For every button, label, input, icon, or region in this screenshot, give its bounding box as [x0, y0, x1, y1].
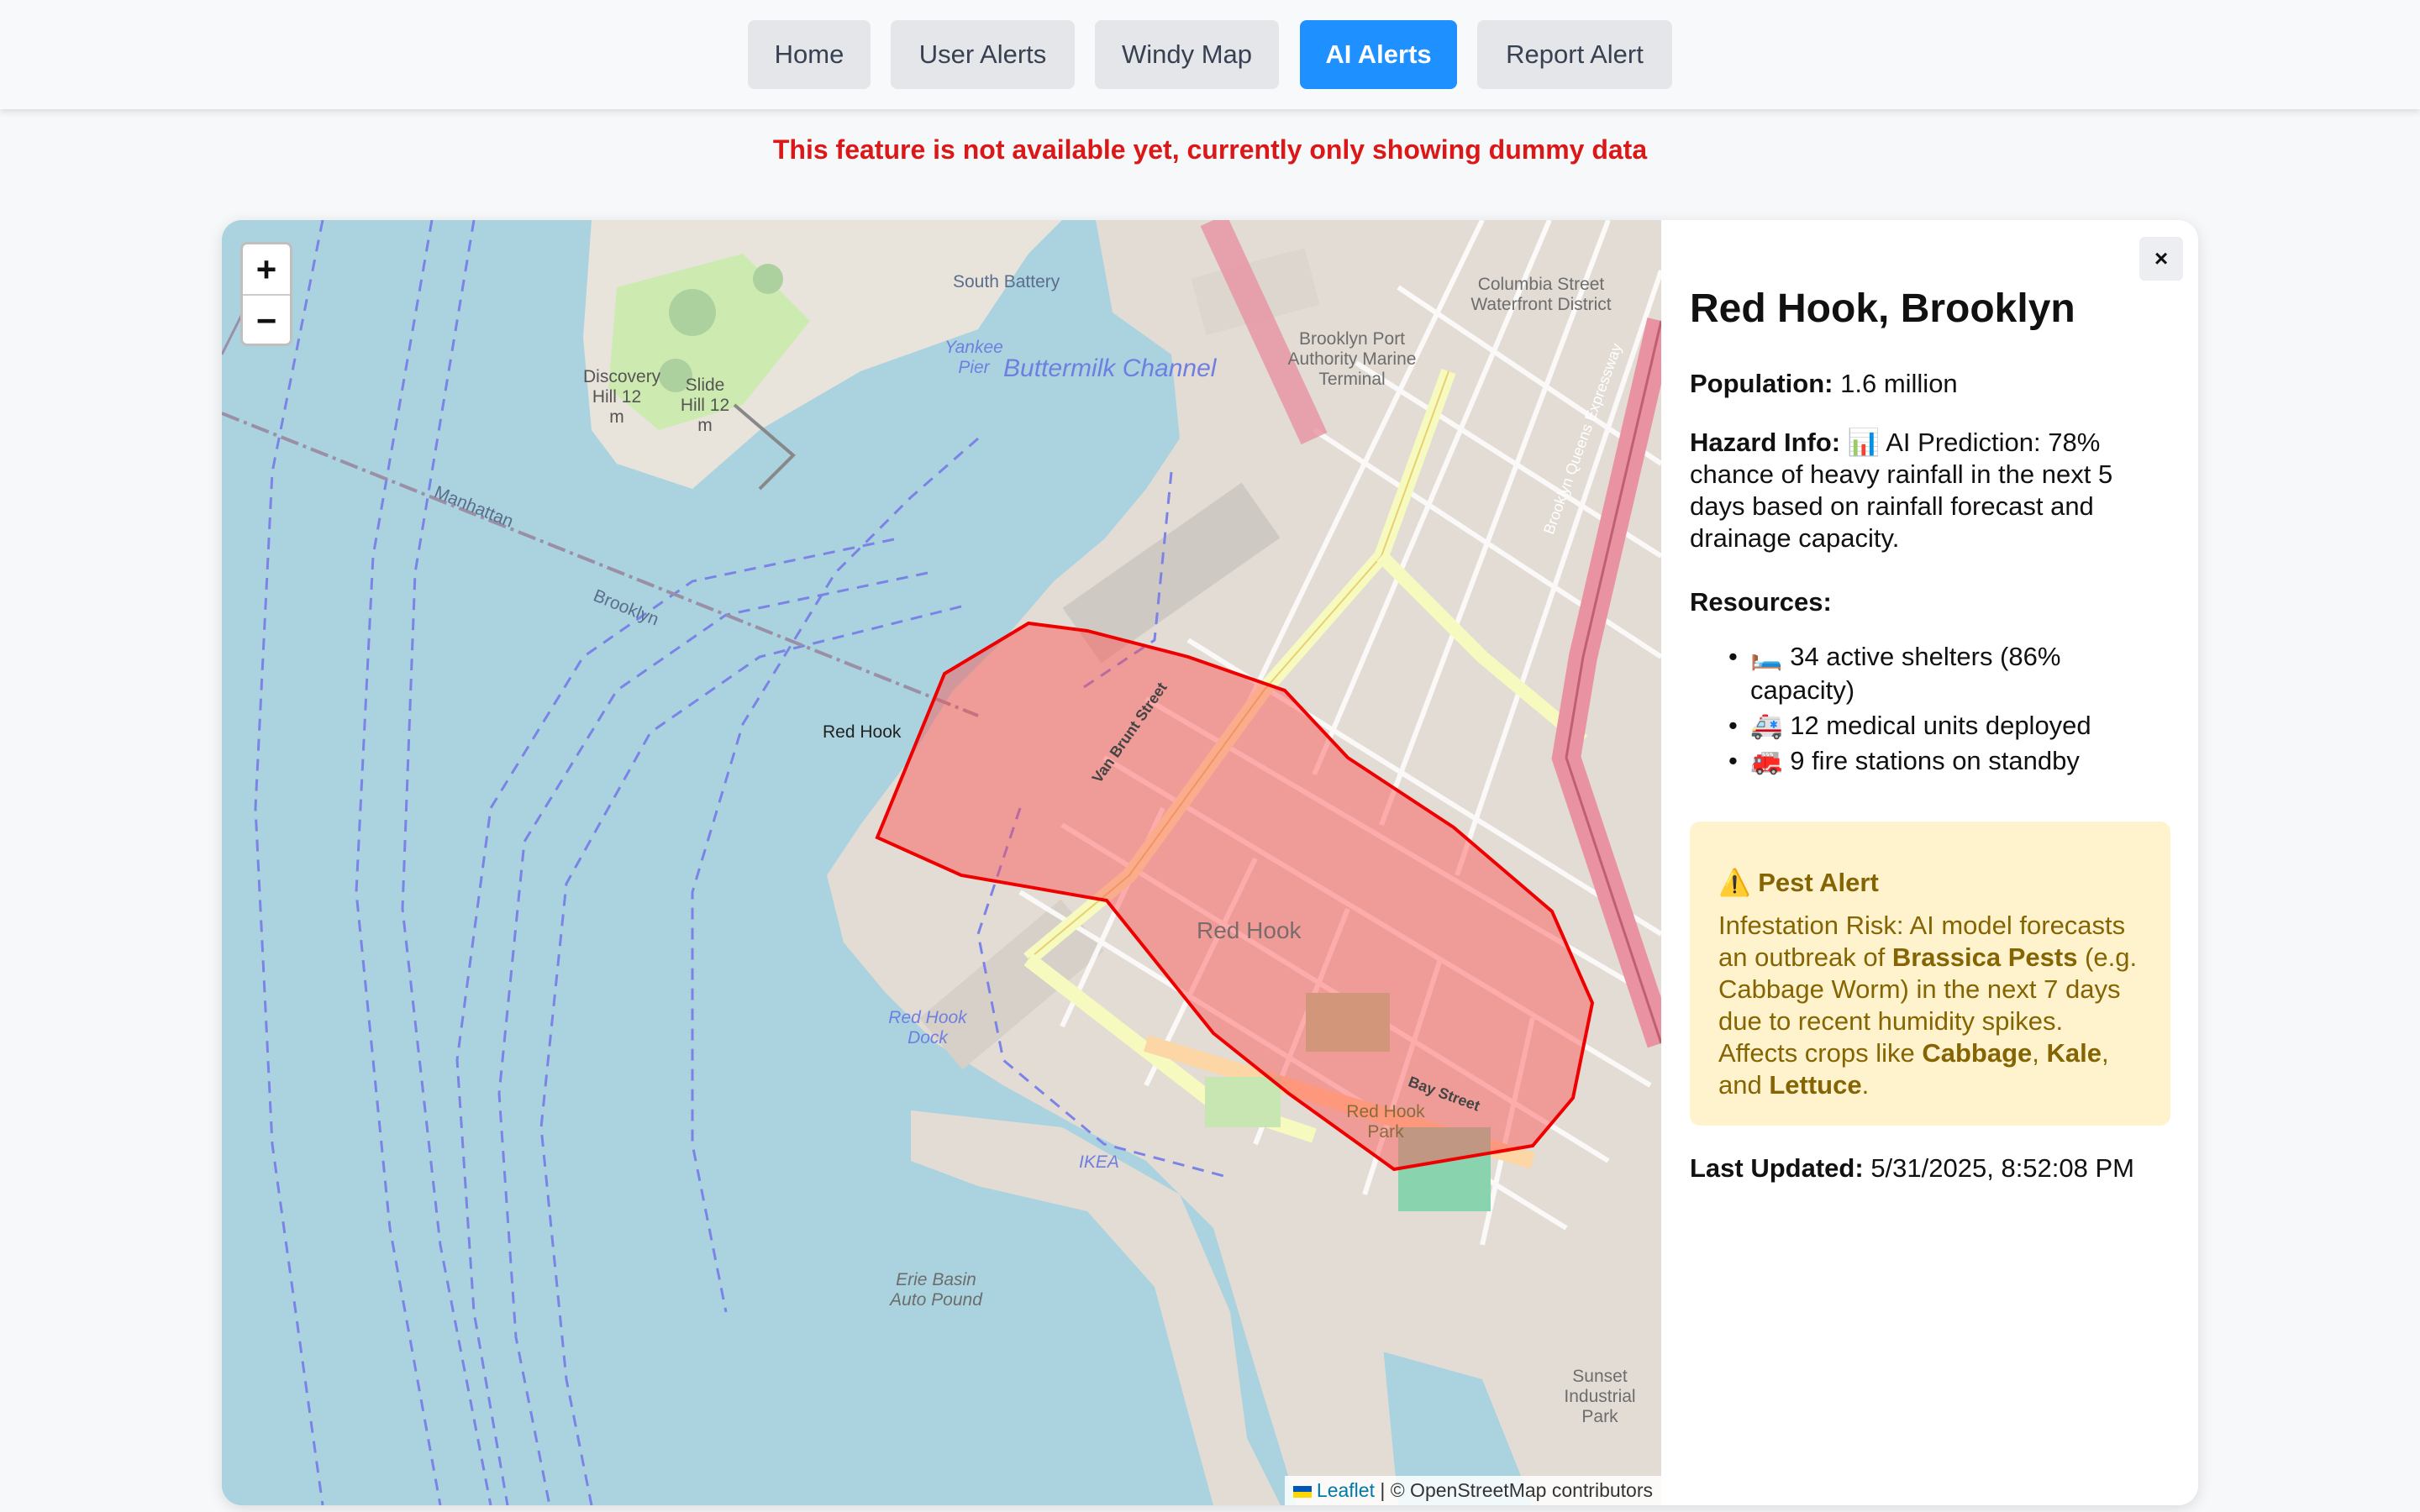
leaflet-link[interactable]: Leaflet — [1317, 1479, 1375, 1501]
population-value: 1.6 million — [1840, 369, 1958, 398]
resources-label: Resources: — [1690, 587, 1832, 617]
pest-end: . — [1861, 1070, 1870, 1100]
close-button[interactable]: × — [2139, 237, 2183, 281]
nav-ai-alerts-button[interactable]: AI Alerts — [1300, 20, 1457, 89]
zoom-out-button[interactable]: − — [243, 296, 290, 344]
feature-unavailable-notice: This feature is not available yet, curre… — [772, 134, 1648, 165]
pest-alert-box: ⚠️ Pest Alert Infestation Risk: AI model… — [1690, 822, 2170, 1126]
last-updated-line: Last Updated: 5/31/2025, 8:52:08 PM — [1690, 1152, 2171, 1184]
map-label-red-hook: Red Hook — [1197, 917, 1302, 943]
crop-lettuce: Lettuce — [1769, 1070, 1862, 1100]
map-label-erie-basin: Erie Basin Auto Pound — [890, 1270, 982, 1310]
map-label-brooklyn-port: Brooklyn Port Authority Marine Terminal — [1287, 329, 1417, 389]
map-label-red-hook-small: Red Hook — [823, 722, 902, 742]
pest-name: Brassica Pests — [1891, 942, 2078, 972]
map-label-red-hook-park: Red Hook Park — [1346, 1102, 1425, 1142]
hazard-info-line: Hazard Info: 📊 AI Prediction: 78% chance… — [1690, 427, 2171, 554]
map-label-sunset-industrial: Sunset Industrial Park — [1564, 1367, 1636, 1426]
pest-alert-title: ⚠️ Pest Alert — [1718, 868, 1879, 897]
resources-heading: Resources: — [1690, 586, 2171, 618]
population-line: Population: 1.6 million — [1690, 368, 2171, 400]
map-label-yankee-pier: Yankee Pier — [944, 338, 1003, 377]
map-label-ikea: IKEA — [1079, 1152, 1119, 1172]
zoom-control: + − — [240, 242, 292, 346]
nav-report-alert-button[interactable]: Report Alert — [1477, 20, 1672, 89]
hazard-label: Hazard Info: — [1690, 428, 1841, 457]
resource-medical-units: 🚑 12 medical units deployed — [1728, 709, 2171, 743]
pest-alert-text: Infestation Risk: AI model forecasts an … — [1718, 910, 2142, 1101]
resource-fire-stations: 🚒 9 fire stations on standby — [1728, 744, 2171, 778]
pest-sep-1: , — [2032, 1038, 2047, 1068]
alert-area-polygon[interactable] — [222, 220, 1661, 1505]
resources-list: 🛏️ 34 active shelters (86% capacity) 🚑 1… — [1728, 640, 2171, 780]
map-attribution: Leaflet | © OpenStreetMap contributors — [1284, 1476, 1661, 1505]
population-label: Population: — [1690, 369, 1833, 398]
map-label-red-hook-dock: Red Hook Dock — [888, 1008, 967, 1047]
last-updated-label: Last Updated: — [1690, 1153, 1864, 1183]
last-updated-value: 5/31/2025, 8:52:08 PM — [1870, 1153, 2134, 1183]
zoom-in-button[interactable]: + — [243, 244, 290, 296]
map-label-columbia-waterfront: Columbia Street Waterfront District — [1470, 275, 1612, 314]
map-label-south-battery: South Battery — [953, 272, 1060, 291]
nav-home-button[interactable]: Home — [748, 20, 871, 89]
map-view[interactable]: South Battery Buttermilk Channel Manhatt… — [222, 220, 1661, 1505]
map-label-discovery-hill: Discovery Hill 12 m — [583, 367, 661, 427]
nav-user-alerts-button[interactable]: User Alerts — [891, 20, 1075, 89]
location-title: Red Hook, Brooklyn — [1690, 286, 2075, 331]
ukraine-flag-icon — [1292, 1485, 1312, 1498]
top-navigation: Home User Alerts Windy Map AI Alerts Rep… — [0, 0, 2420, 109]
nav-windy-map-button[interactable]: Windy Map — [1095, 20, 1279, 89]
map-label-buttermilk-channel: Buttermilk Channel — [1003, 354, 1217, 382]
osm-attribution-text: | © OpenStreetMap contributors — [1380, 1479, 1653, 1501]
alert-card: South Battery Buttermilk Channel Manhatt… — [222, 220, 2198, 1505]
crop-kale: Kale — [2046, 1038, 2102, 1068]
resource-shelters: 🛏️ 34 active shelters (86% capacity) — [1728, 640, 2171, 707]
alert-detail-panel: × Red Hook, Brooklyn Population: 1.6 mil… — [1661, 220, 2198, 1505]
map-label-slide-hill: Slide Hill 12 m — [680, 375, 730, 435]
crop-cabbage: Cabbage — [1922, 1038, 2033, 1068]
